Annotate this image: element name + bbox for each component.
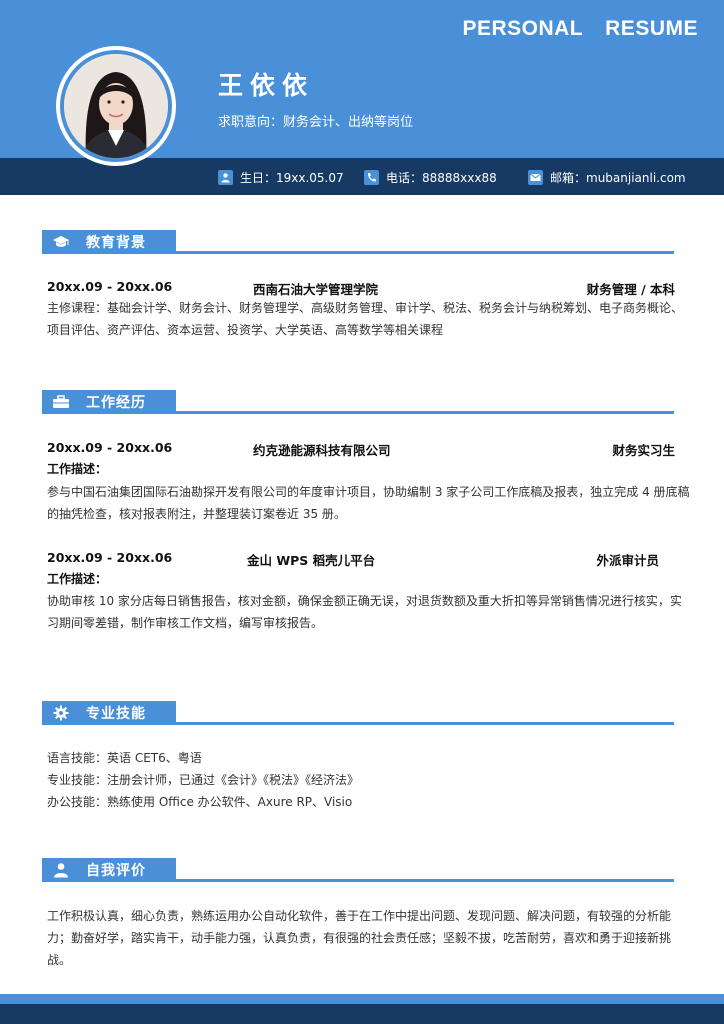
skill-item: 专业技能：注册会计师，已通过《会计》《税法》《经济法》 (47, 773, 360, 787)
gear-icon (46, 705, 76, 721)
skill-item: 办公技能：熟练使用 Office 办公软件、Axure RP、Visio (47, 795, 353, 809)
job-company: 金山 WPS 稻壳儿平台 (247, 553, 376, 568)
phone-text: 电话：88888xxx88 (386, 171, 497, 185)
skills-tab: 专业技能 (42, 701, 176, 725)
section-divider (176, 879, 674, 882)
education-major: 财务管理 / 本科 (586, 282, 675, 297)
education-title: 教育背景 (86, 235, 146, 251)
resume-title: PERSONAL RESUME (462, 17, 698, 41)
self-eval-tab: 自我评价 (42, 858, 176, 882)
self-eval-section-header: 自我评价 (42, 858, 674, 882)
education-date: 20xx.09 - 20xx.06 (47, 279, 173, 294)
resume-title-word1: PERSONAL (462, 17, 584, 40)
footer-accent (0, 994, 724, 1004)
person-icon (218, 170, 233, 185)
skills-section-header: 专业技能 (42, 701, 674, 725)
graduation-cap-icon (46, 235, 76, 249)
job-position: 财务实习生 (612, 443, 675, 458)
profile-photo (56, 46, 176, 166)
phone-icon (364, 170, 379, 185)
avatar (64, 54, 168, 158)
email-icon (528, 170, 543, 185)
job-company: 约克逊能源科技有限公司 (253, 443, 391, 458)
skills-title: 专业技能 (86, 706, 146, 722)
job-desc: 协助审核 10 家分店每日销售报告，核对金额，确保金额正确无误，对退货数额及重大… (47, 594, 682, 630)
job-row: 20xx.09 - 20xx.06 金山 WPS 稻壳儿平台 外派审计员 (47, 550, 687, 568)
birthday-text: 生日：19xx.05.07 (240, 171, 344, 185)
email-text: 邮箱：mubanjianli.com (550, 171, 686, 185)
work-section-header: 工作经历 (42, 390, 674, 414)
email-item: 邮箱：mubanjianli.com (528, 169, 686, 186)
footer-bar (0, 994, 724, 1024)
work-tab: 工作经历 (42, 390, 176, 414)
self-eval-text: 工作积极认真，细心负责，熟练运用办公自动化软件，善于在工作中提出问题、发现问题、… (47, 909, 672, 967)
briefcase-icon (46, 395, 76, 409)
job-desc-label: 工作描述： (47, 572, 108, 586)
education-tab: 教育背景 (42, 230, 176, 254)
candidate-name: 王依依 (218, 71, 315, 100)
self-eval-title: 自我评价 (86, 863, 146, 879)
job-desc-label: 工作描述： (47, 462, 108, 476)
user-icon (46, 862, 76, 878)
education-section-header: 教育背景 (42, 230, 674, 254)
job-date: 20xx.09 - 20xx.06 (47, 550, 173, 565)
education-school: 西南石油大学管理学院 (253, 282, 379, 297)
education-courses: 主修课程：基础会计学、财务会计、财务管理学、高级财务管理、审计学、税法、税务会计… (47, 301, 684, 337)
resume-title-word2: RESUME (605, 17, 698, 40)
job-objective: 求职意向：财务会计、出纳等岗位 (218, 115, 414, 130)
phone-item: 电话：88888xxx88 (364, 169, 497, 186)
job-date: 20xx.09 - 20xx.06 (47, 440, 173, 455)
job-desc: 参与中国石油集团国际石油勘探开发有限公司的年度审计项目，协助编制 3 家子公司工… (47, 485, 690, 521)
work-title: 工作经历 (86, 395, 146, 411)
section-divider (176, 722, 674, 725)
job-row: 20xx.09 - 20xx.06 约克逊能源科技有限公司 财务实习生 (47, 440, 687, 458)
section-divider (176, 251, 674, 254)
job-position: 外派审计员 (596, 553, 659, 568)
section-divider (176, 411, 674, 414)
birthday-item: 生日：19xx.05.07 (218, 169, 344, 186)
skill-item: 语言技能：英语 CET6、粤语 (47, 751, 202, 765)
education-row: 20xx.09 - 20xx.06 西南石油大学管理学院 财务管理 / 本科 (47, 279, 687, 297)
